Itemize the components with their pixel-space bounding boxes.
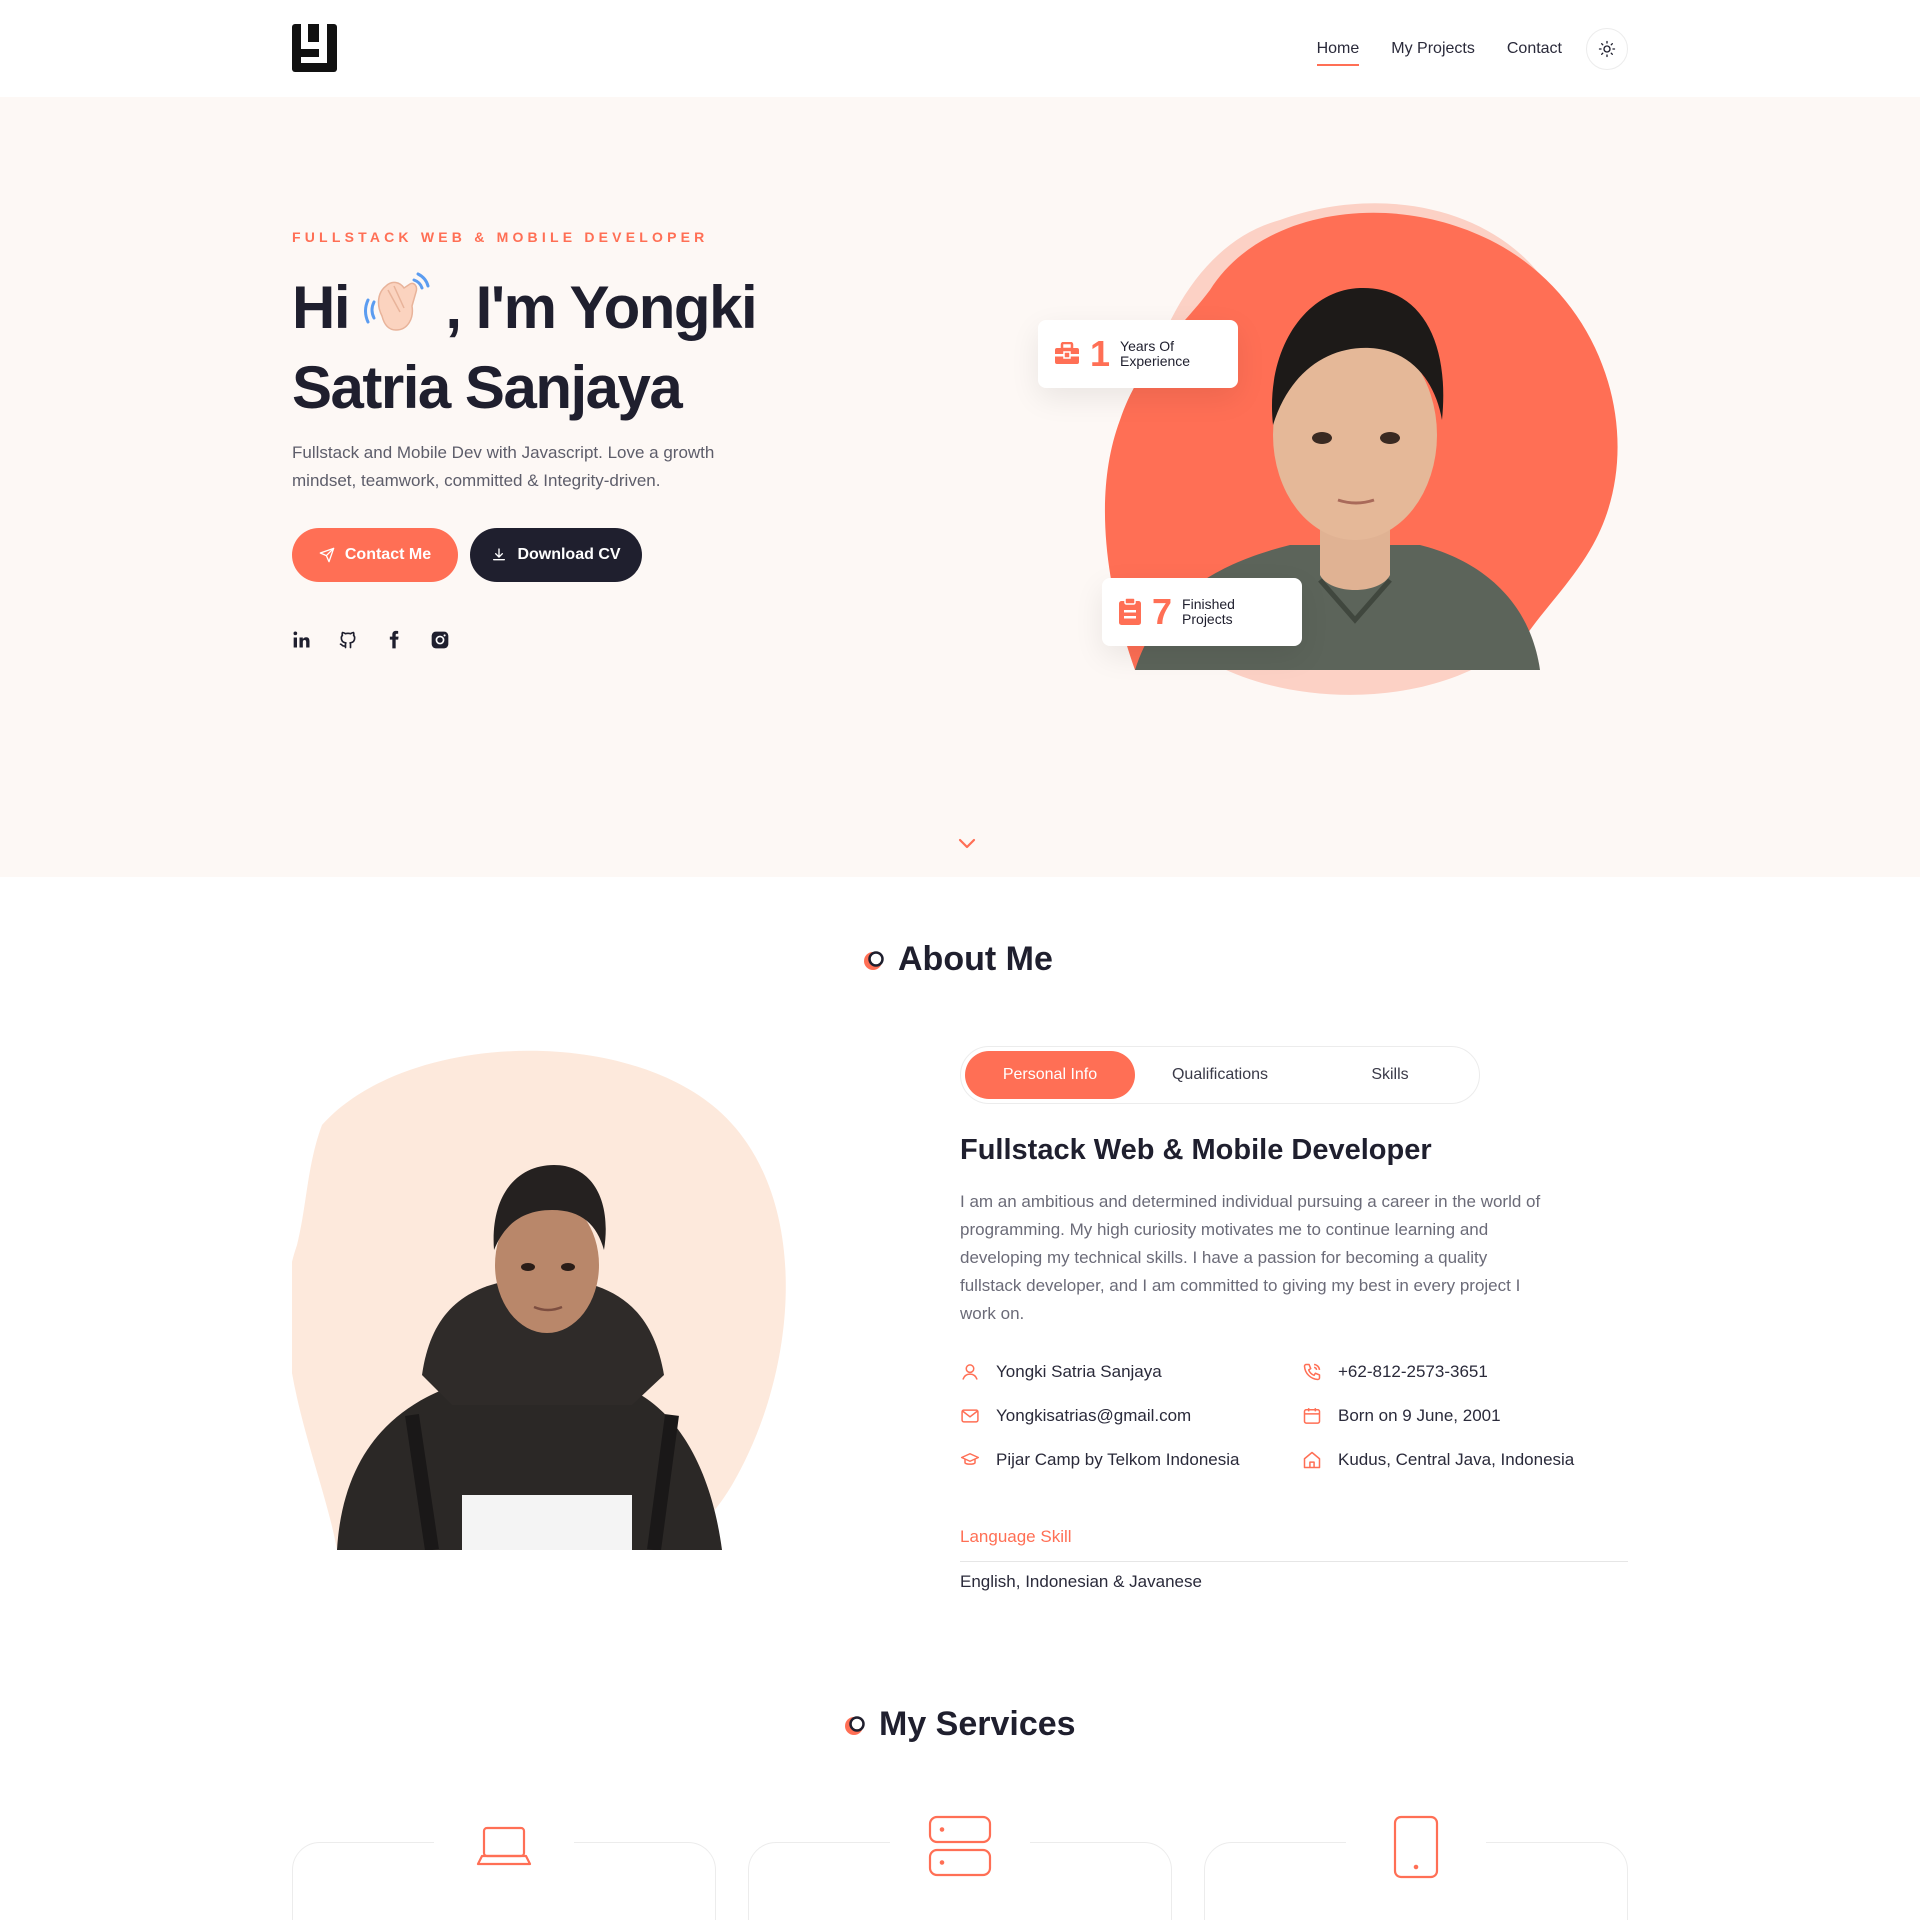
projects-label-line1: Finished	[1182, 596, 1235, 612]
download-cv-label: Download CV	[517, 546, 621, 563]
mobile-icon	[1346, 1812, 1486, 1882]
info-education-text: Pijar Camp by Telkom Indonesia	[996, 1450, 1240, 1469]
section-dot-icon	[864, 950, 884, 970]
projects-label-line2: Projects	[1182, 611, 1233, 627]
waving-hand-icon	[364, 272, 430, 331]
language-skill-value: English, Indonesian & Javanese	[960, 1572, 1202, 1591]
about-title-text: About Me	[898, 940, 1053, 978]
language-skill-label: Language Skill	[960, 1527, 1072, 1546]
section-dot-icon	[845, 1715, 865, 1735]
info-email-text: Yongkisatrias@gmail.com	[996, 1406, 1192, 1425]
info-education: Pijar Camp by Telkom Indonesia	[960, 1450, 1239, 1470]
download-icon	[493, 548, 506, 561]
about-paragraph: I am an ambitious and determined individ…	[960, 1192, 1541, 1323]
info-phone: +62-812-2573-3651	[1302, 1362, 1488, 1382]
hero-kicker: FULLSTACK WEB & MOBILE DEVELOPER	[292, 229, 709, 245]
calendar-icon	[1303, 1408, 1321, 1424]
about-section-title: About Me	[862, 940, 1053, 979]
facebook-icon[interactable]	[384, 630, 404, 650]
projects-number: 7	[1152, 591, 1173, 632]
about-tabs: Personal Info Qualifications Skills	[960, 1046, 1480, 1104]
contact-me-button[interactable]: Contact Me	[292, 528, 458, 582]
nav-contact-link[interactable]: Contact	[1507, 30, 1562, 68]
linkedin-icon[interactable]	[292, 630, 312, 650]
about-heading: Fullstack Web & Mobile Developer	[960, 1134, 1432, 1166]
info-location-text: Kudus, Central Java, Indonesia	[1338, 1450, 1575, 1469]
about-portrait	[292, 1050, 786, 1550]
info-name: Yongki Satria Sanjaya	[960, 1362, 1162, 1382]
info-born-text: Born on 9 June, 2001	[1338, 1406, 1501, 1425]
send-icon	[319, 547, 335, 563]
instagram-icon[interactable]	[430, 630, 450, 650]
scroll-down-chevron-icon[interactable]	[958, 838, 976, 850]
nav-links: Home My Projects Contact	[1285, 28, 1628, 70]
hero-title: Hi , I'm Yongki Satria Sanjaya	[292, 268, 758, 428]
nav-home-link[interactable]: Home	[1316, 30, 1359, 68]
brand-logo-icon[interactable]	[292, 24, 337, 72]
server-icon	[890, 1812, 1030, 1882]
sun-icon	[1598, 40, 1616, 58]
services-title-text: My Services	[879, 1705, 1076, 1743]
graduation-cap-icon	[960, 1453, 980, 1465]
info-phone-text: +62-812-2573-3651	[1338, 1362, 1488, 1381]
contact-me-label: Contact Me	[344, 546, 432, 563]
hero-wave-divider	[0, 760, 1920, 853]
hero-title-hi: Hi	[292, 274, 351, 341]
language-divider	[960, 1561, 1628, 1562]
hero-description: Fullstack and Mobile Dev with Javascript…	[292, 443, 715, 490]
download-cv-button[interactable]: Download CV	[470, 528, 642, 582]
hero-title-rest: , I'm Yongki	[445, 274, 757, 341]
theme-toggle-button[interactable]	[1586, 28, 1628, 70]
social-links	[292, 630, 476, 650]
top-navbar: Home My Projects Contact	[0, 0, 1920, 97]
info-name-text: Yongki Satria Sanjaya	[996, 1362, 1162, 1381]
tab-qualifications[interactable]: Qualifications	[1135, 1051, 1305, 1099]
clipboard-icon	[1119, 598, 1141, 625]
home-icon	[1303, 1451, 1321, 1469]
briefcase-icon	[1055, 342, 1079, 364]
nav-projects-link[interactable]: My Projects	[1391, 30, 1475, 68]
projects-label: Finished Projects	[1182, 597, 1235, 627]
info-location: Kudus, Central Java, Indonesia	[1302, 1450, 1574, 1470]
projects-stat-card: 7 Finished Projects	[1102, 578, 1302, 646]
tab-personal-info[interactable]: Personal Info	[965, 1051, 1135, 1099]
experience-label-line1: Years Of	[1120, 338, 1174, 354]
info-born: Born on 9 June, 2001	[1302, 1406, 1501, 1426]
experience-label-line2: Experience	[1120, 353, 1191, 369]
experience-number: 1	[1090, 333, 1111, 374]
tab-skills[interactable]: Skills	[1305, 1051, 1475, 1099]
experience-stat-card: 1 Years Of Experience	[1038, 320, 1238, 388]
info-email: Yongkisatrias@gmail.com	[960, 1406, 1191, 1426]
laptop-icon	[434, 1812, 574, 1882]
mail-icon	[961, 1409, 979, 1423]
user-icon	[962, 1364, 978, 1380]
experience-label: Years Of Experience	[1120, 339, 1190, 369]
hero-title-line2: Satria Sanjaya	[292, 354, 683, 421]
phone-icon	[1303, 1363, 1321, 1381]
github-icon[interactable]	[338, 630, 358, 650]
services-section-title: My Services	[843, 1705, 1076, 1744]
